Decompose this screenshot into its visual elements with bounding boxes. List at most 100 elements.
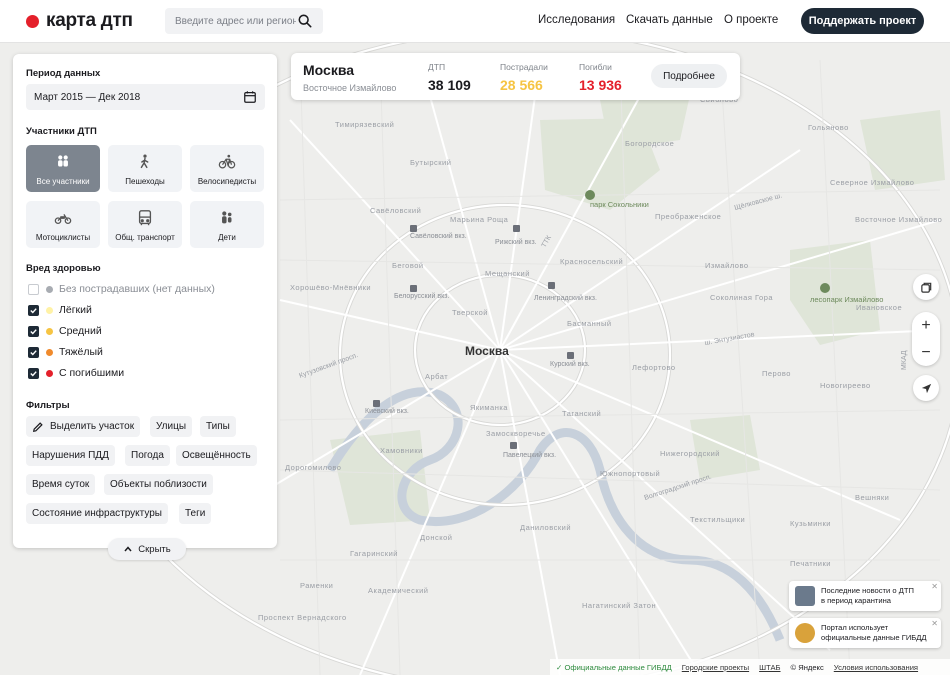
harm-severe-option[interactable]: Тяжёлый (28, 346, 103, 358)
nav-about-link[interactable]: О проекте (724, 14, 778, 26)
filter-infrastructure-chip[interactable]: Состояние инфраструктуры (26, 503, 168, 524)
search-input[interactable] (173, 14, 298, 28)
harm-medium-checkbox[interactable] (28, 325, 39, 337)
pencil-icon (32, 421, 43, 432)
bus-icon (138, 210, 152, 226)
nav-research-link[interactable]: Исследования (538, 14, 615, 26)
filter-nearby-objects-chip[interactable]: Объекты поблизости (104, 474, 213, 495)
participant-transport-tile[interactable]: Общ. транспорт (108, 201, 182, 248)
harm-none-label: Без пострадавших (нет данных) (59, 283, 215, 295)
filter-tags-chip[interactable]: Теги (179, 503, 212, 524)
participant-motorcyclists-label: Мотоциклисты (35, 233, 91, 242)
footer-city-projects-link[interactable]: Городские проекты (682, 663, 749, 672)
filter-panel: Период данных Март 2015 — Дек 2018 Участ… (13, 54, 277, 560)
search-box[interactable] (165, 8, 323, 34)
filter-violations-chip[interactable]: Нарушения ПДД (26, 445, 115, 466)
locate-button[interactable] (913, 375, 939, 401)
map-label-yakimanka: Якиманка (470, 403, 508, 412)
period-selector[interactable]: Март 2015 — Дек 2018 (26, 84, 265, 110)
filters-title: Фильтры (26, 400, 70, 411)
chevron-up-icon (124, 546, 132, 552)
news-gibdd-line2: официальные данные ГИБДД (821, 633, 927, 642)
map-label-sokolniki-park: парк Сокольники (590, 200, 649, 209)
harm-none-checkbox[interactable] (28, 283, 39, 295)
period-title: Период данных (26, 68, 101, 79)
harm-severe-checkbox[interactable] (28, 346, 39, 358)
map-label-meshchansky: Мещанский (485, 269, 530, 278)
footer-terms-link[interactable]: Условия использования (834, 663, 918, 672)
filter-time-chip[interactable]: Время суток (26, 474, 96, 495)
map-label-savelovsky: Савёловский (370, 206, 421, 215)
map-label-savelovsky-station: Савёловский вкз. (410, 232, 467, 240)
layers-button[interactable] (913, 274, 939, 300)
harm-medium-label: Средний (59, 325, 102, 337)
filter-select-area-chip[interactable]: Выделить участок (26, 416, 141, 437)
close-icon[interactable]: ✕ (931, 619, 938, 629)
pedestrian-icon (140, 154, 149, 169)
zoom-in-button[interactable]: + (912, 312, 940, 339)
map-label-nagatinsky-zaton: Нагатинский Затон (582, 601, 656, 610)
news-gibdd-line1: Портал использует (821, 623, 889, 632)
map-label-akademichesky: Академический (368, 586, 429, 595)
logo[interactable]: карта дтп (26, 10, 133, 32)
motorcycle-icon (54, 214, 72, 225)
calendar-icon[interactable] (243, 90, 257, 104)
participant-children-label: Дети (218, 233, 236, 242)
news-card-quarantine[interactable]: Последние новости о ДТП в период каранти… (789, 581, 941, 611)
participant-all-label: Все участники (36, 177, 90, 186)
stat-killed-label: Погибли (579, 62, 612, 72)
harm-fatal-option[interactable]: С погибшими (28, 367, 124, 379)
filter-weather-chip[interactable]: Погода (125, 445, 170, 466)
gibdd-emblem-icon (795, 623, 815, 643)
participant-cyclists-tile[interactable]: Велосипедисты (190, 145, 264, 192)
harm-light-checkbox[interactable] (28, 304, 39, 316)
check-icon (30, 328, 37, 335)
harm-fatal-checkbox[interactable] (28, 367, 39, 379)
map-label-arbat: Арбат (425, 372, 448, 381)
navigation-arrow-icon (921, 383, 931, 393)
participants-title: Участники ДТП (26, 126, 97, 137)
map-label-belorussky-station: Белорусский вкз. (394, 292, 449, 300)
map-label-pechatniki: Печатники (790, 559, 831, 568)
more-details-button[interactable]: Подробнее (651, 64, 727, 88)
map-label-rizhsky-station: Рижский вкз. (495, 238, 537, 246)
nav-download-link[interactable]: Скачать данные (626, 14, 713, 26)
map-label-novogireevo: Новогиреево (820, 381, 871, 390)
hide-panel-label: Скрыть (138, 543, 171, 555)
footer-shtab-link[interactable]: ШТАБ (759, 663, 780, 672)
zoom-control: + − (912, 312, 940, 366)
filter-types-chip[interactable]: Типы (200, 416, 236, 437)
map-label-kievsky-station: Киевский вкз. (365, 407, 409, 415)
harm-medium-option[interactable]: Средний (28, 325, 102, 337)
news-quarantine-line2: в период карантина (821, 596, 892, 605)
harm-title: Вред здоровью (26, 263, 101, 274)
participant-all-tile[interactable]: Все участники (26, 145, 100, 192)
hide-panel-button[interactable]: Скрыть (108, 538, 186, 560)
map-label-golyanovo: Гольяново (808, 123, 849, 132)
harm-none-option[interactable]: Без пострадавших (нет данных) (28, 283, 215, 295)
news-quarantine-line1: Последние новости о ДТП (821, 586, 914, 595)
harm-light-dot (46, 306, 53, 314)
close-icon[interactable]: ✕ (931, 582, 938, 592)
filter-lighting-chip[interactable]: Освещённость (176, 445, 257, 466)
map-label-lefortovo: Лефортово (632, 363, 676, 372)
map-label-butyrsky: Бутырский (410, 158, 451, 167)
stat-injured-label: Пострадали (500, 62, 548, 72)
participant-pedestrians-tile[interactable]: Пешеходы (108, 145, 182, 192)
participant-children-tile[interactable]: Дети (190, 201, 264, 248)
official-data-note: ✓ Официальные данные ГИБДД (556, 662, 672, 672)
map-label-north-izmaylovo: Северное Измайлово (830, 178, 914, 187)
participant-transport-label: Общ. транспорт (115, 233, 175, 242)
news-card-gibdd[interactable]: Портал использует официальные данные ГИБ… (789, 618, 941, 648)
participant-cyclists-label: Велосипедисты (197, 177, 257, 186)
map-label-ramenki: Раменки (300, 581, 333, 590)
participant-motorcyclists-tile[interactable]: Мотоциклисты (26, 201, 100, 248)
filter-streets-chip[interactable]: Улицы (150, 416, 193, 437)
map-label-prospekt-vernadskogo: Проспект Вернадского (258, 613, 347, 622)
map-label-danilovsky: Даниловский (520, 523, 571, 532)
zoom-out-button[interactable]: − (912, 339, 940, 366)
support-button[interactable]: Поддержать проект (801, 8, 924, 34)
search-icon[interactable] (298, 14, 312, 28)
harm-light-option[interactable]: Лёгкий (28, 304, 92, 316)
news-thumbnail (795, 586, 815, 606)
